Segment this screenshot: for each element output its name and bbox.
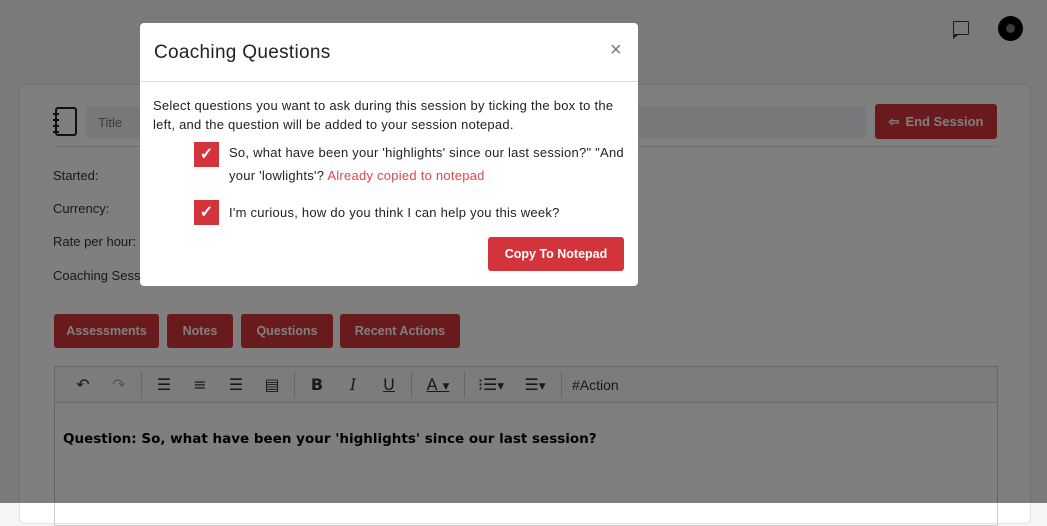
modal-title: Coaching Questions xyxy=(154,42,331,63)
copied-status: Already copied to notepad xyxy=(327,168,485,183)
modal-intro: Select questions you want to ask during … xyxy=(153,98,614,132)
close-icon[interactable]: × xyxy=(610,39,622,62)
question-item: ✓ So, what have been your 'highlights' s… xyxy=(194,142,629,187)
coaching-questions-modal: Coaching Questions × Select questions you… xyxy=(140,23,638,286)
copy-to-notepad-button[interactable]: Copy To Notepad xyxy=(488,237,624,271)
checkbox-checked[interactable]: ✓ xyxy=(194,142,219,167)
checkbox-checked[interactable]: ✓ xyxy=(194,200,219,225)
question-item: ✓ I'm curious, how do you think I can he… xyxy=(194,200,560,225)
